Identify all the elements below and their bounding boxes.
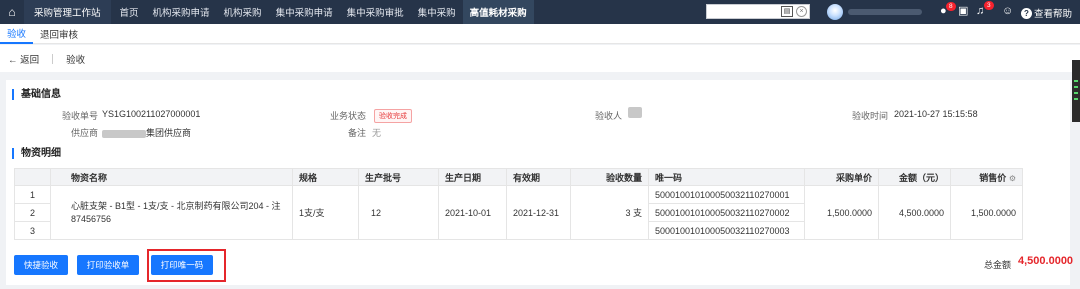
supplier-suffix: 集团供应商	[146, 128, 192, 138]
bell-icon[interactable]: ♫	[976, 5, 984, 18]
item-name: 心脏支架 - B1型 - 1支/支 - 北京制药有限公司204 - 注87456…	[50, 185, 293, 240]
unique-code: 500010010100050032110270002	[648, 203, 805, 222]
nav-item-org-purchase[interactable]: 机构采购	[217, 0, 269, 24]
item-expiry: 2021-12-31	[506, 185, 571, 240]
inspector-value-redacted	[628, 107, 642, 119]
status-badge: 验收完成	[374, 109, 412, 123]
col-name: 物资名称	[50, 168, 293, 186]
supplier-value: 集团供应商	[102, 126, 191, 139]
unique-code: 500010010100050032110270003	[648, 221, 805, 240]
breadcrumb: ← 返回 验收	[0, 45, 1080, 72]
item-mfg-date: 2021-10-01	[438, 185, 507, 240]
row-number: 2	[14, 203, 51, 222]
chat-badge: 8	[946, 2, 956, 11]
nav-item-org-purchase-request[interactable]: 机构采购申请	[146, 0, 217, 24]
supplier-label: 供应商	[70, 128, 98, 138]
status-label: 业务状态	[329, 111, 366, 121]
side-widget-handle[interactable]	[1072, 60, 1080, 122]
total-amount: 4,500.0000	[1018, 255, 1074, 267]
receipt-no-value: YS1G100211027000001	[102, 109, 201, 119]
tab-return-review[interactable]: 退回审核	[33, 24, 85, 44]
question-icon: ?	[1021, 7, 1032, 19]
col-code: 唯一码	[648, 168, 805, 186]
col-spec: 规格	[292, 168, 359, 186]
smiley-icon[interactable]: ☺	[1002, 5, 1013, 18]
avatar[interactable]	[827, 4, 843, 20]
app-title[interactable]: 采购管理工作站	[24, 0, 111, 24]
item-amount: 4,500.0000	[878, 185, 951, 240]
time-label: 验收时间	[851, 111, 888, 121]
highlight-box	[147, 249, 226, 282]
row-number: 3	[14, 221, 51, 240]
nav-item-home[interactable]: 首页	[113, 0, 146, 24]
gear-icon[interactable]: ⚙	[1009, 174, 1016, 183]
receipt-no-label: 验收单号	[61, 111, 98, 121]
nav-item-central-purchase-approval[interactable]: 集中采购审批	[340, 0, 411, 24]
item-qty: 3 支	[570, 185, 649, 240]
nav-item-high-value-consumables[interactable]: 高值耗材采购	[462, 0, 534, 24]
item-sale-price: 1,500.0000	[950, 185, 1023, 240]
clipboard-icon[interactable]: ▣	[958, 5, 968, 18]
help-link[interactable]: ? 查看帮助	[1021, 6, 1072, 20]
remark-label: 备注	[347, 128, 366, 138]
print-receipt-button[interactable]: 打印验收单	[77, 255, 139, 275]
keyboard-icon[interactable]: ▤	[781, 6, 793, 17]
home-icon[interactable]: ⌂	[0, 0, 24, 24]
help-label: 查看帮助	[1034, 9, 1073, 20]
row-number: 1	[14, 185, 51, 204]
col-batch: 生产批号	[358, 168, 439, 186]
item-unit-price: 1,500.0000	[804, 185, 879, 240]
time-value: 2021-10-27 15:15:58	[894, 109, 978, 119]
back-button[interactable]: ← 返回	[8, 52, 39, 66]
sub-tabs: 验收 退回审核	[0, 24, 1080, 44]
col-index	[14, 168, 51, 186]
item-table: 物资名称 规格 生产批号 生产日期 有效期 验收数量 唯一码 采购单价 金额（元…	[14, 168, 1023, 240]
clear-icon[interactable]: ×	[796, 6, 807, 17]
unique-code: 500010010100050032110270001	[648, 185, 805, 204]
receipt-detail-panel: 基础信息 验收单号 YS1G100211027000001 业务状态 验收完成 …	[6, 80, 1074, 285]
supplier-name-redacted	[102, 129, 146, 138]
remark-value: 无	[372, 128, 382, 138]
basic-info-title: 基础信息	[12, 89, 61, 100]
bell-badge: 3	[984, 1, 994, 10]
detail-title: 物资明细	[12, 148, 61, 159]
breadcrumb-current: 验收	[66, 54, 86, 66]
col-mfg-date: 生产日期	[438, 168, 507, 186]
quick-receive-button[interactable]: 快捷验收	[14, 255, 68, 275]
nav-item-central-purchase[interactable]: 集中采购	[411, 0, 463, 24]
col-amount: 金额（元）	[878, 168, 951, 186]
item-batch: 12	[358, 185, 439, 240]
col-qty: 验收数量	[570, 168, 649, 186]
table-header: 物资名称 规格 生产批号 生产日期 有效期 验收数量 唯一码 采购单价 金额（元…	[14, 168, 1023, 186]
search-input[interactable]: ▤ ×	[706, 4, 810, 19]
user-name-redacted	[848, 9, 922, 15]
tab-receive[interactable]: 验收	[0, 24, 34, 44]
top-nav-bar: ⌂ 采购管理工作站 首页 机构采购申请 机构采购 集中采购申请 集中采购审批 集…	[0, 0, 1080, 24]
col-unit-price: 采购单价	[804, 168, 879, 186]
col-sale-price: 销售价 ⚙	[950, 168, 1023, 186]
table-row: 1 心脏支架 - B1型 - 1支/支 - 北京制药有限公司204 - 注874…	[14, 185, 1023, 240]
nav-item-central-purchase-request[interactable]: 集中采购申请	[269, 0, 340, 24]
item-spec: 1支/支	[292, 185, 359, 240]
breadcrumb-divider	[52, 53, 54, 64]
inspector-label: 验收人	[594, 111, 622, 121]
col-expiry: 有效期	[506, 168, 571, 186]
total-label: 总金额	[984, 260, 1012, 270]
